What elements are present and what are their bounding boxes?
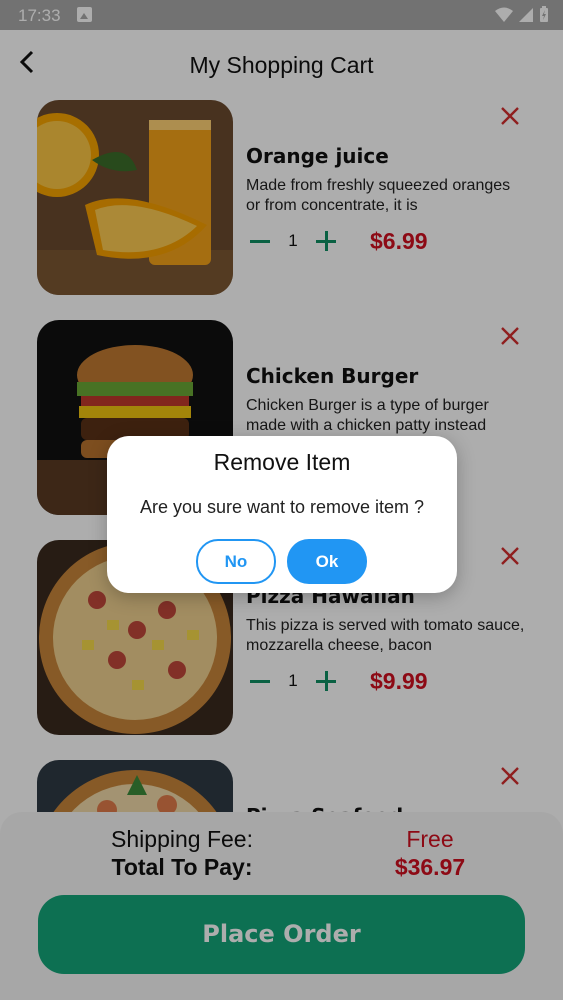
dialog-title: Remove Item (213, 449, 351, 475)
ok-button[interactable]: Ok (287, 539, 367, 584)
remove-item-dialog: Remove Item Are you sure want to remove … (107, 436, 457, 593)
dialog-message: Are you sure want to remove item ? (139, 497, 425, 517)
no-button[interactable]: No (196, 539, 276, 584)
